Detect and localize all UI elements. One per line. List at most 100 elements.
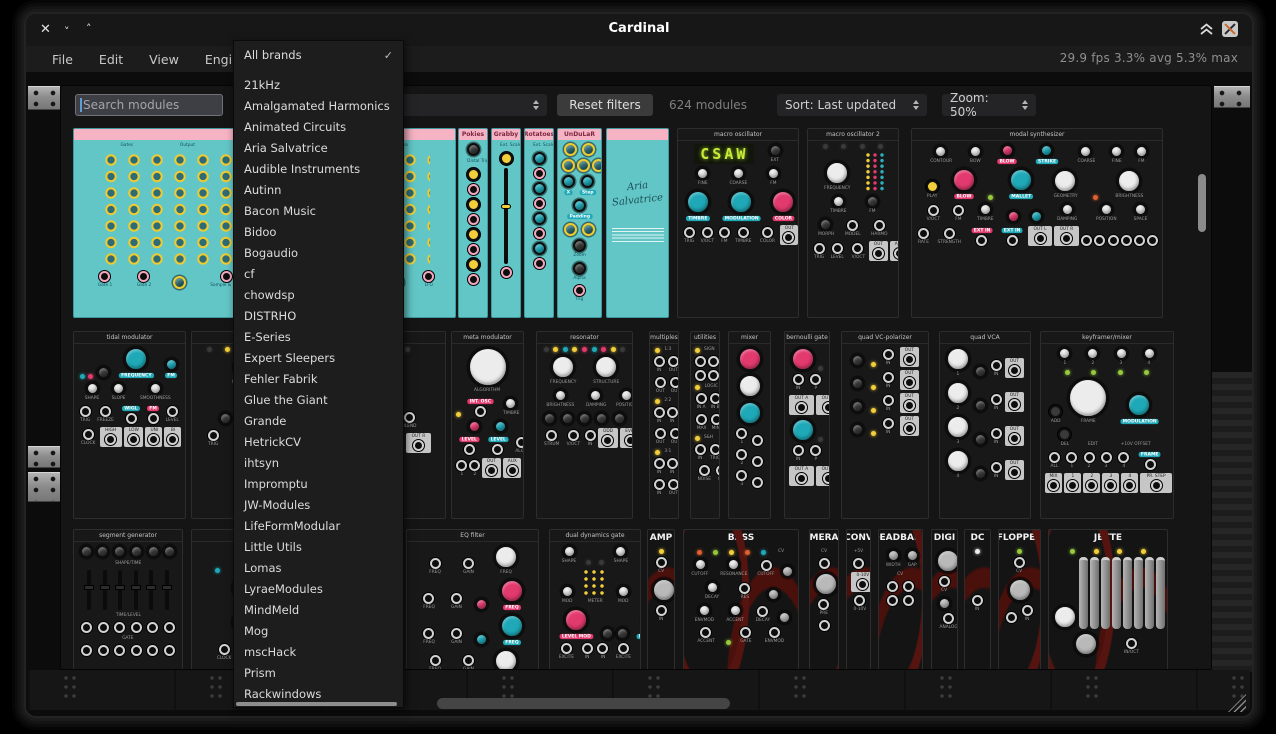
module-card[interactable]: keyframer/mixer1234ADDFRAMEMODULATIONDEL… xyxy=(1040,331,1174,519)
module-card[interactable]: JETTEIN/OCT xyxy=(1048,529,1168,670)
brand-menu-item[interactable]: LifeFormModular xyxy=(234,515,403,536)
module-card[interactable]: DIGICVANALOG xyxy=(931,529,958,670)
module-card[interactable]: utilitiesSIGNLOGICIN AIN BMAXMINS&HINTRI… xyxy=(690,331,720,519)
collapse-chevrons-icon[interactable] xyxy=(1199,23,1214,36)
control-label: FM xyxy=(770,181,776,185)
control-label: ALGORITHM xyxy=(474,388,500,392)
module-card[interactable]: macro oscillator 2FREQUENCYTIMBREFMMORPH… xyxy=(807,128,899,318)
output-jack-box: OUT R xyxy=(406,433,431,453)
reset-filters-button[interactable]: Reset filters xyxy=(557,94,653,116)
brand-menu-item[interactable]: Rackwindows xyxy=(234,683,403,704)
port-jack xyxy=(147,622,158,633)
x11-app-icon[interactable] xyxy=(1222,21,1238,37)
brand-menu-item[interactable]: Bogaudio xyxy=(234,242,403,263)
module-card[interactable]: MERACVPRE xyxy=(809,529,839,670)
search-input[interactable]: Search modules xyxy=(75,94,223,116)
module-card[interactable]: quad VC-polarizerINOUTINOUTINOUTINOUT xyxy=(841,331,929,519)
output-jack-box: OUT L xyxy=(1028,226,1052,246)
module-card[interactable]: multiples1:3INOUTOUTOUT2:2ININOUTOUT3:1I… xyxy=(649,331,679,519)
output-jack-box: OUT xyxy=(780,225,799,245)
vertical-scrollbar[interactable] xyxy=(1198,174,1206,232)
module-card[interactable]: dual dynamics gateSHAPESHAPEMODMETERMODL… xyxy=(549,529,641,670)
brand-menu-item[interactable]: Prism xyxy=(234,662,403,683)
module-card[interactable]: resonatorFREQUENCYSTRUCTUREBRIGHTNESSDAM… xyxy=(536,331,633,519)
module-card[interactable]: DCIN xyxy=(964,529,991,670)
output-jack-box: LOW xyxy=(124,427,144,447)
sort-select[interactable]: Sort: Last updated xyxy=(777,94,927,116)
module-card[interactable]: mixer123 xyxy=(728,331,771,519)
module-card[interactable]: DEADBANDWIDTHGAPCV xyxy=(878,529,923,670)
brand-menu-item[interactable]: MindMeld xyxy=(234,599,403,620)
brand-menu-item[interactable]: DISTRHO xyxy=(234,305,403,326)
spring-tube xyxy=(1090,557,1099,629)
brand-menu-item[interactable]: Animated Circuits xyxy=(234,116,403,137)
brand-menu-item[interactable]: Autinn xyxy=(234,179,403,200)
module-card[interactable]: FLOPPERCVIN xyxy=(998,529,1041,670)
led xyxy=(729,550,734,555)
brand-menu-item[interactable]: Expert Sleepers xyxy=(234,347,403,368)
output-jack-box: OUT xyxy=(1005,460,1024,480)
module-card[interactable]: CONV+5V0-10V0-10V xyxy=(846,529,871,670)
brand-menu-item[interactable]: Lomas xyxy=(234,557,403,578)
port-jack xyxy=(147,645,158,656)
brand-menu-item[interactable]: chowdsp xyxy=(234,284,403,305)
horizontal-scrollbar[interactable] xyxy=(437,698,730,709)
brand-menu-item[interactable]: HetrickCV xyxy=(234,431,403,452)
menu-file[interactable]: File xyxy=(39,48,86,71)
control-label: GAIN xyxy=(451,605,462,609)
control-label: BRIGHTNESS xyxy=(1115,194,1143,198)
module-card[interactable]: segment generatorSHAPE/TIMETIME/LEVELGAT… xyxy=(73,529,183,670)
brand-menu-item[interactable]: Aria Salvatrice xyxy=(234,137,403,158)
control-label: 2:2 xyxy=(665,398,672,402)
module-card[interactable]: bernoulli gateINPOUT AOUT BINPOUT AOUT B xyxy=(784,331,830,519)
brand-menu-item[interactable]: Fehler Fabrik xyxy=(234,368,403,389)
module-card[interactable]: PokiesDistal Trig xyxy=(458,128,488,318)
module-card[interactable]: RotatoesExt. Scale xyxy=(524,128,554,318)
brand-menu-item[interactable]: Bidoo xyxy=(234,221,403,242)
menu-view[interactable]: View xyxy=(136,48,192,71)
module-card[interactable]: meta modulatorALGORITHMINT. OSCTIMBRELEV… xyxy=(451,331,524,519)
menu-edit[interactable]: Edit xyxy=(86,48,136,71)
brand-menu-item[interactable]: Amalgamated Harmonics xyxy=(234,95,403,116)
brand-menu-item[interactable]: E-Series xyxy=(234,326,403,347)
menu-scrollbar[interactable] xyxy=(236,702,397,706)
brand-menu-item[interactable]: Grande xyxy=(234,410,403,431)
module-card[interactable]: AMPCVIN xyxy=(647,529,675,670)
control-label: Distal Trig xyxy=(467,159,488,163)
module-card[interactable]: macro oscillatorCSAWEXTFINECOARSEFMTIMBR… xyxy=(677,128,799,318)
brand-menu-item[interactable]: Impromptu xyxy=(234,473,403,494)
module-card[interactable]: tidal modulatorFREQUENCYFMSHAPESLOPESMOO… xyxy=(73,331,186,519)
module-card[interactable]: modal synthesizerCONTOURBOWBLOWSTRIKECOA… xyxy=(911,128,1163,318)
knob xyxy=(564,608,588,632)
control-label: IN xyxy=(657,491,662,495)
led xyxy=(592,347,597,352)
brand-menu-item[interactable]: Little Utils xyxy=(234,536,403,557)
brand-menu-item[interactable]: cf xyxy=(234,263,403,284)
control-label: PR. STEP xyxy=(1147,474,1166,478)
knob xyxy=(1086,347,1099,360)
brand-menu-item[interactable]: mscHack xyxy=(234,641,403,662)
control-label: TRIG xyxy=(814,255,824,259)
zoom-select[interactable]: Zoom: 50% xyxy=(942,94,1036,116)
module-card[interactable]: GrabbyExt. Scale xyxy=(491,128,521,318)
brand-menu-item[interactable]: Bacon Music xyxy=(234,200,403,221)
module-card[interactable]: quad VCA1INOUT2INOUT3INOUT4INOUT xyxy=(939,331,1031,519)
module-card[interactable]: BASSCVCUTOFFRESONANCECUTOFFDECAYRESENVMO… xyxy=(683,529,799,670)
led xyxy=(1118,370,1123,375)
module-card[interactable]: AriaSalvatrice xyxy=(606,128,669,318)
module-title: Grabby xyxy=(492,129,520,140)
brand-menu-item[interactable]: LyraeModules xyxy=(234,578,403,599)
module-title: DIGI xyxy=(932,530,957,546)
brand-menu-item[interactable]: 21kHz xyxy=(234,74,403,95)
control-label: IN xyxy=(588,442,593,446)
brand-menu-item-selected[interactable]: All brands ✓ xyxy=(234,45,403,65)
module-card[interactable]: UnDuLaRXStepPaddingZoomAlphaTrig xyxy=(557,128,602,318)
brand-menu-item[interactable]: JW-Modules xyxy=(234,494,403,515)
brand-menu-item[interactable]: Mog xyxy=(234,620,403,641)
control-label: CV xyxy=(898,572,904,576)
module-card[interactable]: EQ filterFREQGAINFREQFREQGAINFREQFREQGAI… xyxy=(406,529,539,670)
brand-menu-item[interactable]: Glue the Giant xyxy=(234,389,403,410)
control-label: V/OCT xyxy=(927,217,940,221)
brand-menu-item[interactable]: ihtsyn xyxy=(234,452,403,473)
brand-menu-item[interactable]: Audible Instruments xyxy=(234,158,403,179)
